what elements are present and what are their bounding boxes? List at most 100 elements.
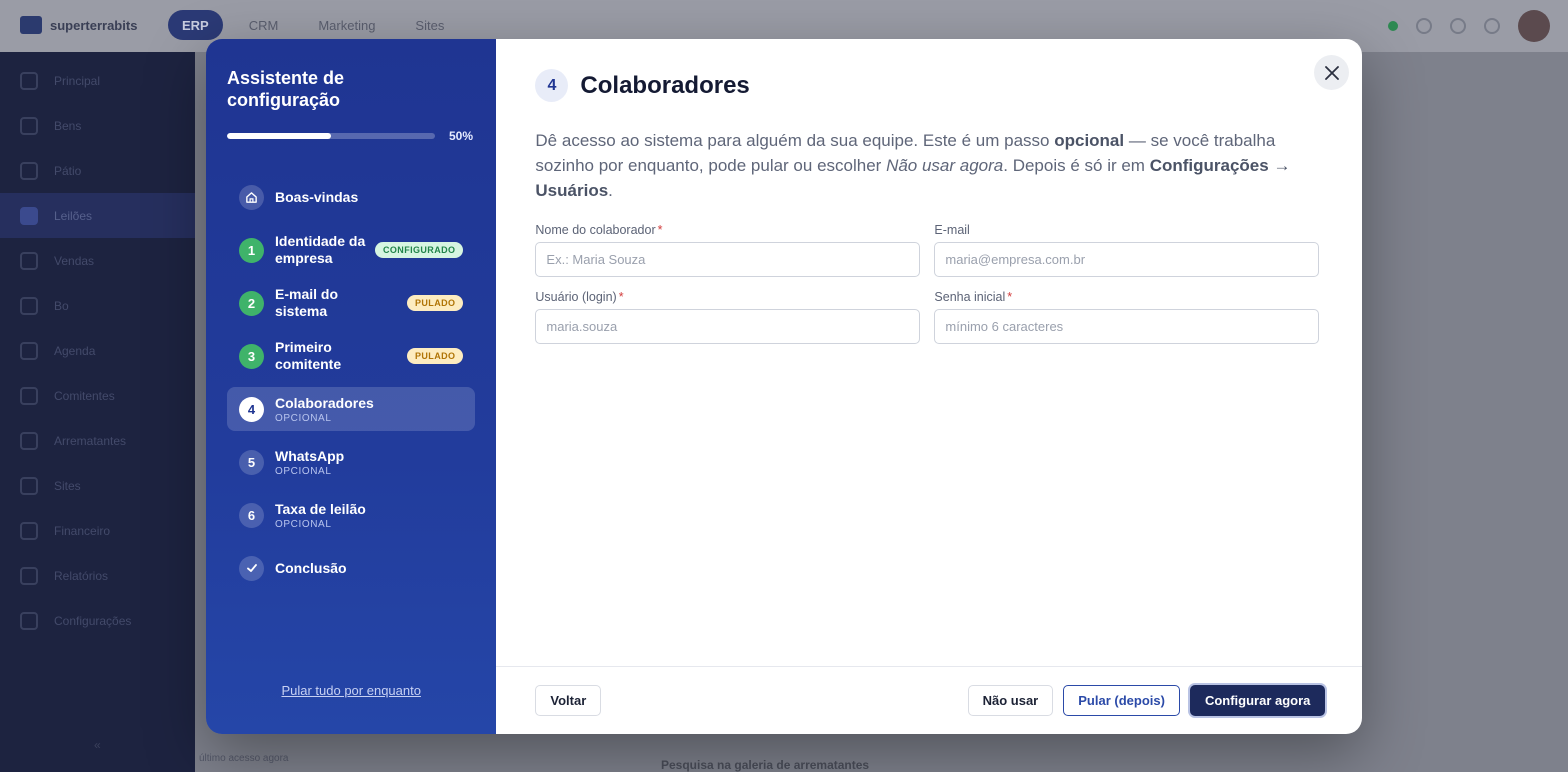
- wizard-footer: Voltar Não usar Pular (depois) Configura…: [496, 666, 1362, 734]
- sidebar-item-bens: Bens: [0, 103, 195, 148]
- collaborator-name-input[interactable]: [535, 242, 921, 277]
- nav-tab-sites: Sites: [415, 17, 445, 33]
- configure-now-button[interactable]: Configurar agora: [1189, 685, 1326, 716]
- sidebar-item-label: Relatórios: [54, 568, 109, 583]
- wizard-progress: 50%: [227, 129, 475, 143]
- wizard-step[interactable]: 3 Primeiro comitente PULADO: [227, 334, 475, 378]
- label-text: E-mail: [934, 223, 970, 237]
- step-number: 3: [239, 343, 264, 369]
- wizard-step[interactable]: 6 Taxa de leilão OPCIONAL: [227, 493, 475, 537]
- step-number: 4: [239, 396, 264, 422]
- status-badge: CONFIGURADO: [375, 242, 464, 258]
- wizard-content: 4 Colaboradores Dê acesso ao sistema par…: [496, 39, 1362, 734]
- close-icon: [1325, 65, 1339, 80]
- step-number-badge: 4: [535, 69, 569, 102]
- status-badge: PULADO: [407, 348, 464, 364]
- nav-tab-crm: CRM: [248, 17, 279, 33]
- step-label: Colaboradores: [275, 394, 374, 411]
- sidebar-item-label: Vendas: [54, 253, 95, 268]
- wizard-step[interactable]: Boas-vindas: [227, 175, 475, 219]
- label-text: Senha inicial: [934, 290, 1006, 304]
- plus-icon: [1416, 18, 1432, 34]
- step-number: 1: [239, 237, 264, 263]
- progress-percent: 50%: [449, 129, 474, 143]
- sidebar-item-patio: Pátio: [0, 148, 195, 193]
- wizard-sidebar: Assistente de configuração 50% Boas-vind…: [206, 39, 497, 734]
- app-top-nav: ERP CRM Marketing Sites: [168, 10, 458, 40]
- app-top-actions: [1388, 10, 1550, 42]
- sidebar-item-label: Bo: [54, 298, 69, 313]
- box-icon: [20, 116, 38, 135]
- step-label: Taxa de leilão: [275, 500, 366, 517]
- gear-icon: [20, 611, 38, 630]
- wizard-step[interactable]: 4 Colaboradores OPCIONAL: [227, 387, 476, 431]
- email-input[interactable]: [934, 242, 1320, 277]
- required-mark: *: [618, 290, 624, 304]
- cart-icon: [20, 251, 38, 270]
- sidebar-item-leiloes: Leilões: [0, 193, 195, 238]
- logo-mark-icon: [20, 16, 42, 34]
- description-text: Dê acesso ao sistema para alguém da sua …: [535, 131, 1055, 150]
- gavel-icon: [20, 206, 38, 225]
- step-label: Boas-vindas: [275, 188, 359, 205]
- dont-use-button[interactable]: Não usar: [967, 685, 1054, 716]
- password-field-label: Senha inicial *: [934, 290, 1319, 304]
- background-heading: Pesquisa na galeria de arrematantes: [661, 758, 870, 772]
- step-label: E-mail do sistema: [275, 286, 339, 319]
- sidebar-item-label: Sites: [54, 478, 81, 493]
- check-icon: [239, 555, 264, 581]
- dollar-icon: [20, 521, 38, 540]
- sidebar-item-sites: Sites: [0, 463, 195, 508]
- skip-later-button[interactable]: Pular (depois): [1063, 685, 1180, 716]
- back-button[interactable]: Voltar: [535, 685, 602, 716]
- name-field-label: Nome do colaborador *: [535, 223, 920, 237]
- step-number: 5: [239, 449, 264, 475]
- sidebar-item-vendas: Vendas: [0, 238, 195, 283]
- wizard-step[interactable]: 1 Identidade da empresa CONFIGURADO: [227, 228, 475, 272]
- sidebar-item-label: Configurações: [54, 613, 132, 628]
- setup-wizard-modal: Assistente de configuração 50% Boas-vind…: [206, 39, 1362, 734]
- skip-all-link[interactable]: Pular tudo por enquanto: [206, 683, 496, 698]
- sidebar-item-financeiro: Financeiro: [0, 508, 195, 553]
- step-description: Dê acesso ao sistema para alguém da sua …: [535, 128, 1325, 203]
- home-icon: [239, 184, 264, 210]
- dashboard-icon: [20, 71, 38, 90]
- wizard-step[interactable]: 5 WhatsApp OPCIONAL: [227, 440, 475, 484]
- sidebar-item-bo: Bo: [0, 283, 195, 328]
- user-icon: [20, 296, 38, 315]
- step-label: Primeiro comitente: [275, 339, 342, 372]
- required-mark: *: [657, 223, 663, 237]
- sidebar-item-comitentes: Comitentes: [0, 373, 195, 418]
- chart-icon: [20, 566, 38, 585]
- app-logo: superterrabits: [20, 16, 137, 34]
- avatar: [1518, 10, 1550, 42]
- wizard-title: Assistente de configuração: [227, 68, 345, 110]
- person-icon: [20, 431, 38, 450]
- progress-track: [227, 133, 435, 139]
- status-dot-icon: [1388, 21, 1398, 31]
- step-label-group: Identidade da empresa: [275, 233, 375, 267]
- step-label-group: WhatsApp OPCIONAL: [275, 448, 463, 477]
- initial-password-input[interactable]: [934, 309, 1320, 344]
- step-label: Identidade da empresa: [275, 233, 366, 266]
- wizard-step[interactable]: Conclusão: [227, 546, 475, 590]
- step-label: Conclusão: [275, 559, 347, 576]
- sidebar-item-label: Financeiro: [54, 523, 111, 538]
- description-text: .: [608, 181, 613, 200]
- sidebar-item-label: Comitentes: [54, 388, 115, 403]
- sidebar-item-agenda: Agenda: [0, 328, 195, 373]
- username-field-group: Usuário (login) *: [535, 290, 921, 344]
- step-optional-label: OPCIONAL: [275, 412, 332, 424]
- email-field-label: E-mail: [934, 223, 1319, 237]
- nav-tab-marketing: Marketing: [318, 17, 376, 33]
- password-field-group: Senha inicial *: [934, 290, 1320, 344]
- help-icon: [1484, 18, 1500, 34]
- label-text: Nome do colaborador: [535, 223, 656, 237]
- bell-icon: [1450, 18, 1466, 34]
- globe-icon: [20, 476, 38, 495]
- description-emphasis: opcional: [1054, 131, 1125, 150]
- step-label-group: Colaboradores OPCIONAL: [275, 395, 463, 424]
- username-input[interactable]: [535, 309, 921, 344]
- wizard-steps: Boas-vindas 1 Identidade da empresa CONFIGU…: [227, 175, 476, 590]
- wizard-step[interactable]: 2 E-mail do sistema PULADO: [227, 281, 475, 325]
